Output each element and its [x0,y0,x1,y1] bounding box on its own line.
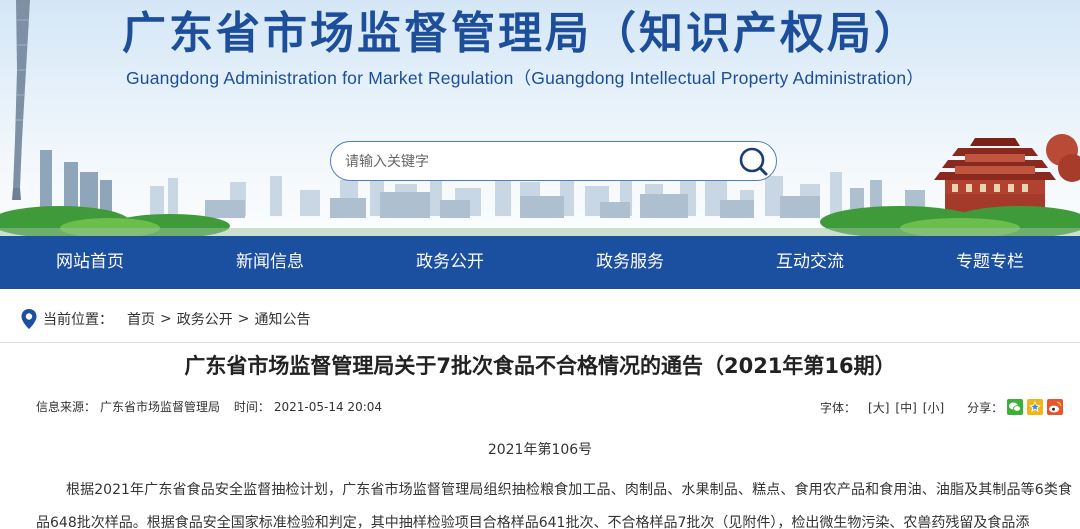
font-size-medium[interactable]: [中] [895,399,916,416]
breadcrumb-label: 当前位置： [43,312,113,328]
nav-item-special-topics[interactable]: 专题专栏 [900,236,1080,289]
source-value: 广东省市场监督管理局 [100,400,221,414]
search-box [330,141,777,181]
breadcrumb-separator: > [160,311,172,327]
nav-item-gov-affairs-public[interactable]: 政务公开 [360,236,540,289]
main-nav: 网站首页 新闻信息 政务公开 政务服务 互动交流 专题专栏 [0,236,1080,289]
share-label: 分享： [967,400,1004,415]
article-meta: 信息来源： 广东省市场监督管理局 时间： 2021-05-14 20:04 [36,398,386,416]
breadcrumb-notices[interactable]: 通知公告 [254,309,310,329]
site-title: 广东省市场监督管理局（知识产权局） [122,8,921,59]
breadcrumb-gov-affairs-public[interactable]: 政务公开 [177,309,233,329]
article-paragraph: 根据2021年广东省食品安全监督抽检计划，广东省市场监督管理局组织抽检粮食加工品… [36,482,1072,529]
document-number: 2021年第106号 [487,442,593,458]
nav-item-home[interactable]: 网站首页 [0,236,180,289]
site-title-english: Guangdong Administration for Market Regu… [126,68,924,88]
nav-item-interaction[interactable]: 互动交流 [720,236,900,289]
qzone-icon[interactable] [1027,399,1044,415]
pavilion-icon [934,138,1056,216]
font-size-label: 字体： [820,400,857,415]
divider [0,342,1080,343]
article-title: 广东省市场监督管理局关于7批次食品不合格情况的通告（2021年第16期） [184,354,896,378]
location-pin-icon [21,309,37,329]
breadcrumb: 当前位置： 首页 > 政务公开 > 通知公告 [20,306,310,332]
search-icon[interactable] [736,145,770,177]
article-tools: 字体： [大] [中] [小] 分享： [820,396,1064,418]
time-label: 时间： [233,400,270,414]
weibo-icon[interactable] [1047,399,1064,415]
nav-item-news[interactable]: 新闻信息 [180,236,360,289]
breadcrumb-home[interactable]: 首页 [127,309,155,329]
header-banner: 广东省市场监督管理局（知识产权局） Guangdong Administrati… [0,0,1080,236]
search-input[interactable] [345,150,725,174]
font-size-small[interactable]: [小] [923,399,944,416]
source-label: 信息来源： [36,400,97,414]
nav-item-gov-services[interactable]: 政务服务 [540,236,720,289]
font-size-large[interactable]: [大] [868,399,889,416]
canton-tower-icon [12,0,30,200]
breadcrumb-separator: > [237,311,250,327]
time-value: 2021-05-14 20:04 [273,400,383,414]
wechat-icon[interactable] [1007,399,1024,415]
